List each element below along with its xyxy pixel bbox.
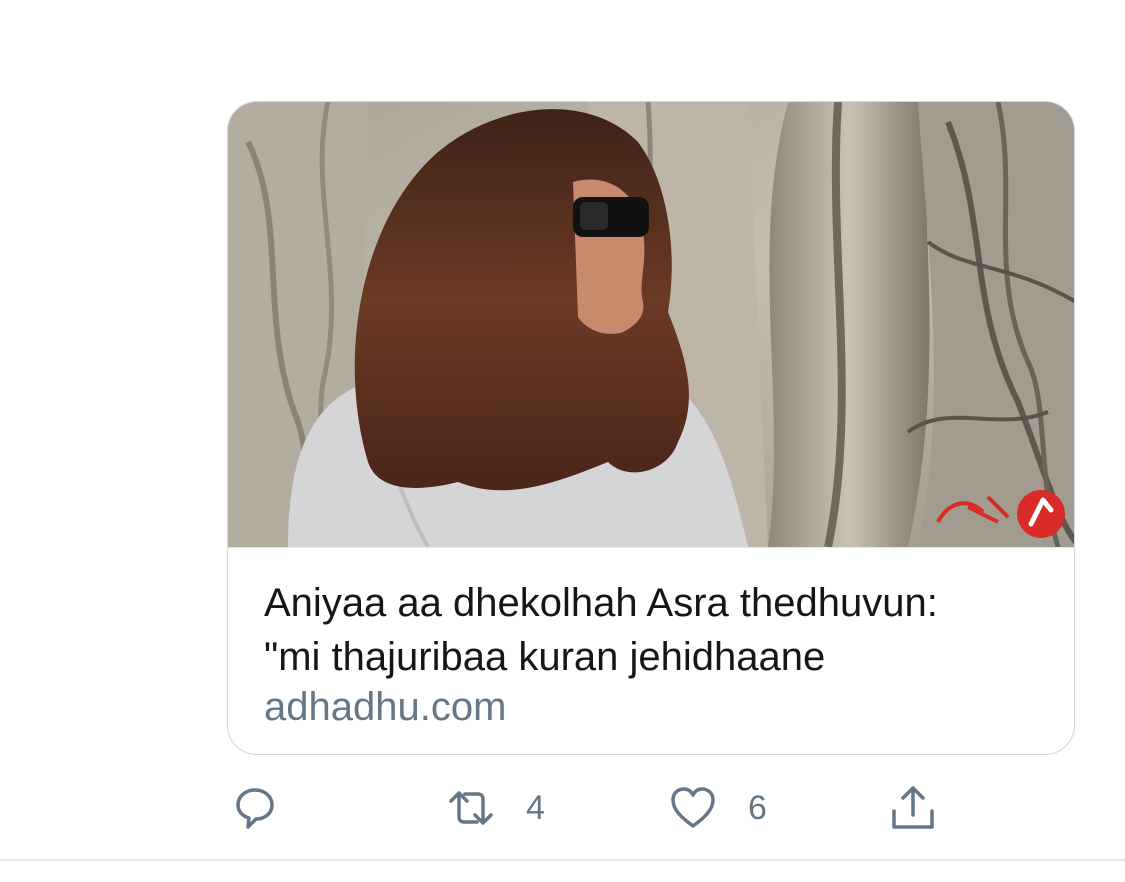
reply-icon [236, 788, 274, 829]
share-button[interactable] [888, 782, 938, 834]
card-image [228, 102, 1074, 547]
card-domain[interactable]: adhadhu.com [264, 682, 506, 732]
retweet-button[interactable]: 4 [446, 782, 545, 834]
heart-icon [671, 787, 715, 828]
retweet-icon [449, 791, 493, 825]
card-divider [228, 547, 1074, 548]
retweet-count: 4 [526, 789, 545, 827]
like-count: 6 [748, 789, 767, 827]
link-preview-card[interactable]: Aniyaa aa dhekolhah Asra thedhuvun: "mi … [227, 101, 1075, 755]
card-title[interactable]: Aniyaa aa dhekolhah Asra thedhuvun: "mi … [264, 576, 1054, 684]
tweet-actions: 4 6 [0, 770, 1125, 850]
share-icon [892, 786, 934, 829]
like-button[interactable]: 6 [668, 782, 767, 834]
reply-button[interactable] [230, 782, 280, 834]
tweet-divider [0, 859, 1125, 861]
